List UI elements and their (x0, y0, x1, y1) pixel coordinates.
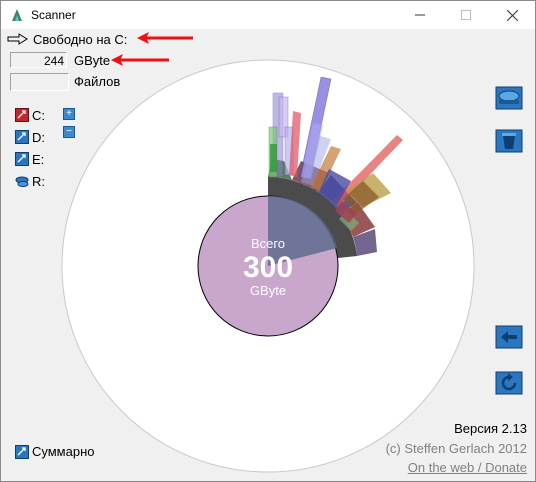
back-button[interactable] (493, 322, 525, 352)
center-label-top: Всего (251, 236, 285, 251)
center-total: 300 (243, 251, 293, 284)
copyright-label: (c) Steffen Gerlach 2012 (385, 441, 527, 456)
trash-icon (495, 129, 523, 153)
delete-button[interactable] (493, 126, 525, 156)
summary-item[interactable]: Суммарно (15, 444, 95, 459)
scanner-window: Scanner Свободно на C: 244 GByte Файлов … (0, 0, 536, 482)
drive-scan-icon (495, 86, 523, 110)
refresh-button[interactable] (493, 368, 525, 398)
back-arrow-icon (495, 325, 523, 349)
version-label: Версия 2.13 (454, 421, 527, 436)
scan-drive-button[interactable] (493, 83, 525, 113)
summary-label: Суммарно (32, 444, 95, 459)
disk-usage-sunburst[interactable]: Всего 300 GByte (1, 1, 535, 481)
web-donate-link[interactable]: On the web / Donate (408, 460, 527, 475)
refresh-icon (495, 371, 523, 395)
drive-blue-icon (15, 444, 29, 459)
center-unit: GByte (250, 283, 286, 298)
